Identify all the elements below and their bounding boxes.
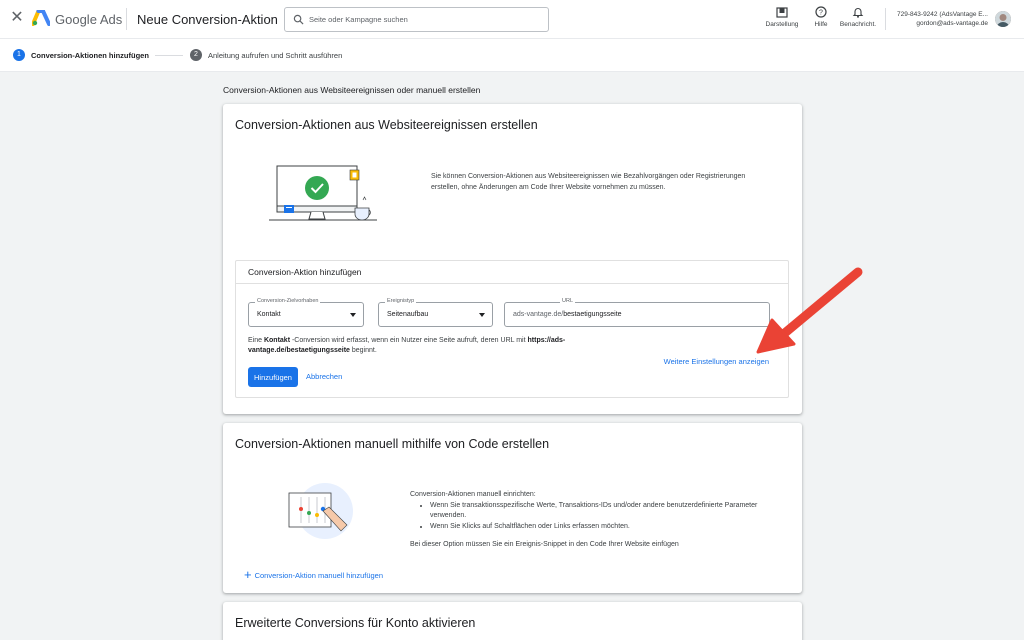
info-goal: Kontakt: [263, 337, 291, 344]
help-icon: ?: [815, 6, 827, 18]
event-type-value: Seitenaufbau: [387, 311, 429, 318]
account-email: gordon@ads-vantage.de: [916, 20, 988, 27]
add-conversion-form: Conversion-Aktion hinzufügen Conversion-…: [235, 260, 789, 398]
step-connector: [155, 55, 183, 56]
url-label: URL: [560, 298, 576, 304]
top-bar: ✕ Google Ads Neue Conversion-Aktion Dars…: [0, 0, 1024, 38]
help-label: Hilfe: [814, 21, 828, 28]
goal-value: Kontakt: [257, 311, 281, 318]
enhanced-conversions-card: Erweiterte Conversions für Konto aktivie…: [223, 602, 802, 640]
step-1[interactable]: 1 Conversion-Aktionen hinzufügen: [13, 49, 149, 61]
plus-icon: +: [244, 567, 252, 582]
goal-select[interactable]: Conversion-Zielvorhaben Kontakt: [248, 298, 364, 327]
page-title: Neue Conversion-Aktion: [137, 12, 278, 27]
url-field[interactable]: URL ads-vantage.de/bestaetigungsseite: [504, 298, 770, 327]
section-heading: Conversion-Aktionen aus Websiteereigniss…: [223, 85, 481, 95]
annotation-arrow-icon: [756, 267, 863, 354]
manual-intro: Conversion-Aktionen manuell einrichten:: [410, 491, 536, 498]
notifications-button[interactable]: Benachricht.: [838, 6, 878, 28]
divider: [126, 8, 127, 30]
avatar[interactable]: [995, 11, 1011, 27]
avatar-image: [995, 11, 1011, 27]
card-title: Conversion-Aktionen aus Websiteereigniss…: [235, 118, 538, 132]
card-title: Erweiterte Conversions für Konto aktivie…: [235, 616, 476, 630]
bell-icon: [852, 8, 864, 18]
divider: [236, 283, 788, 284]
url-path: bestaetigungsseite: [563, 311, 622, 318]
google-ads-logo: [32, 10, 50, 26]
add-manual-label: Conversion-Aktion manuell hinzufügen: [254, 570, 384, 580]
add-button[interactable]: Hinzufügen: [248, 367, 298, 387]
card-description: Sie können Conversion-Aktionen aus Websi…: [431, 173, 746, 191]
account-id: 729-843-9242 (AdsVantage E...: [897, 11, 988, 18]
brand-name: Google Ads: [55, 12, 123, 27]
add-manual-conversion-link[interactable]: + Conversion-Aktion manuell hinzufügen: [244, 567, 384, 582]
manual-code-card: Conversion-Aktionen manuell mithilfe von…: [223, 423, 802, 593]
dropdown-arrow-icon: [350, 313, 356, 317]
cancel-button[interactable]: Abbrechen: [306, 372, 342, 381]
more-settings-link[interactable]: Weitere Einstellungen anzeigen: [664, 357, 769, 366]
appearance-icon: [776, 7, 788, 18]
dropdown-arrow-icon: [479, 313, 485, 317]
goal-label: Conversion-Zielvorhaben: [255, 298, 321, 304]
svg-text:?: ?: [819, 10, 823, 17]
info-text: Eine Kontakt -Conversion wird erfasst, w…: [248, 336, 608, 356]
stepper: 1 Conversion-Aktionen hinzufügen 2 Anlei…: [0, 38, 1024, 72]
step-label: Conversion-Aktionen hinzufügen: [31, 50, 149, 60]
form-title: Conversion-Aktion hinzufügen: [248, 267, 362, 277]
info-part: beginnt.: [349, 347, 377, 354]
monitor-illustration: [269, 165, 377, 221]
divider: [885, 8, 886, 30]
manual-info-list: Conversion-Aktionen manuell einrichten: …: [410, 490, 780, 551]
event-type-label: Ereignistyp: [385, 298, 417, 304]
manual-note: Bei dieser Option müssen Sie ein Ereigni…: [410, 541, 679, 548]
info-part: -Conversion wird erfasst, wenn ein Nutze…: [290, 337, 528, 344]
notifications-label: Benachricht.: [839, 21, 877, 28]
appearance-button[interactable]: Darstellung: [762, 6, 802, 28]
search-input[interactable]: [309, 11, 544, 28]
url-value: ads-vantage.de/bestaetigungsseite: [513, 311, 622, 318]
code-illustration: [288, 483, 353, 539]
search-box[interactable]: [284, 7, 549, 32]
account-switcher[interactable]: 729-843-9242 (AdsVantage E... gordon@ads…: [897, 10, 988, 28]
search-icon: [293, 14, 304, 25]
step-2[interactable]: 2 Anleitung aufrufen und Schritt ausführ…: [190, 49, 342, 61]
help-button[interactable]: ? Hilfe: [808, 6, 834, 28]
step-number: 2: [190, 49, 202, 61]
event-type-select[interactable]: Ereignistyp Seitenaufbau: [378, 298, 493, 327]
step-label: Anleitung aufrufen und Schritt ausführen: [208, 50, 343, 60]
website-events-card: Conversion-Aktionen aus Websiteereigniss…: [223, 104, 802, 414]
appearance-label: Darstellung: [765, 21, 799, 28]
list-item: Wenn Sie transaktionsspezifische Werte, …: [430, 501, 780, 522]
info-part: Eine: [248, 337, 264, 344]
card-title: Conversion-Aktionen manuell mithilfe von…: [235, 437, 550, 451]
step-number: 1: [13, 49, 25, 61]
url-prefix: ads-vantage.de/: [513, 311, 564, 318]
list-item: Wenn Sie Klicks auf Schaltflächen oder L…: [430, 522, 780, 533]
close-icon[interactable]: ✕: [10, 10, 24, 26]
